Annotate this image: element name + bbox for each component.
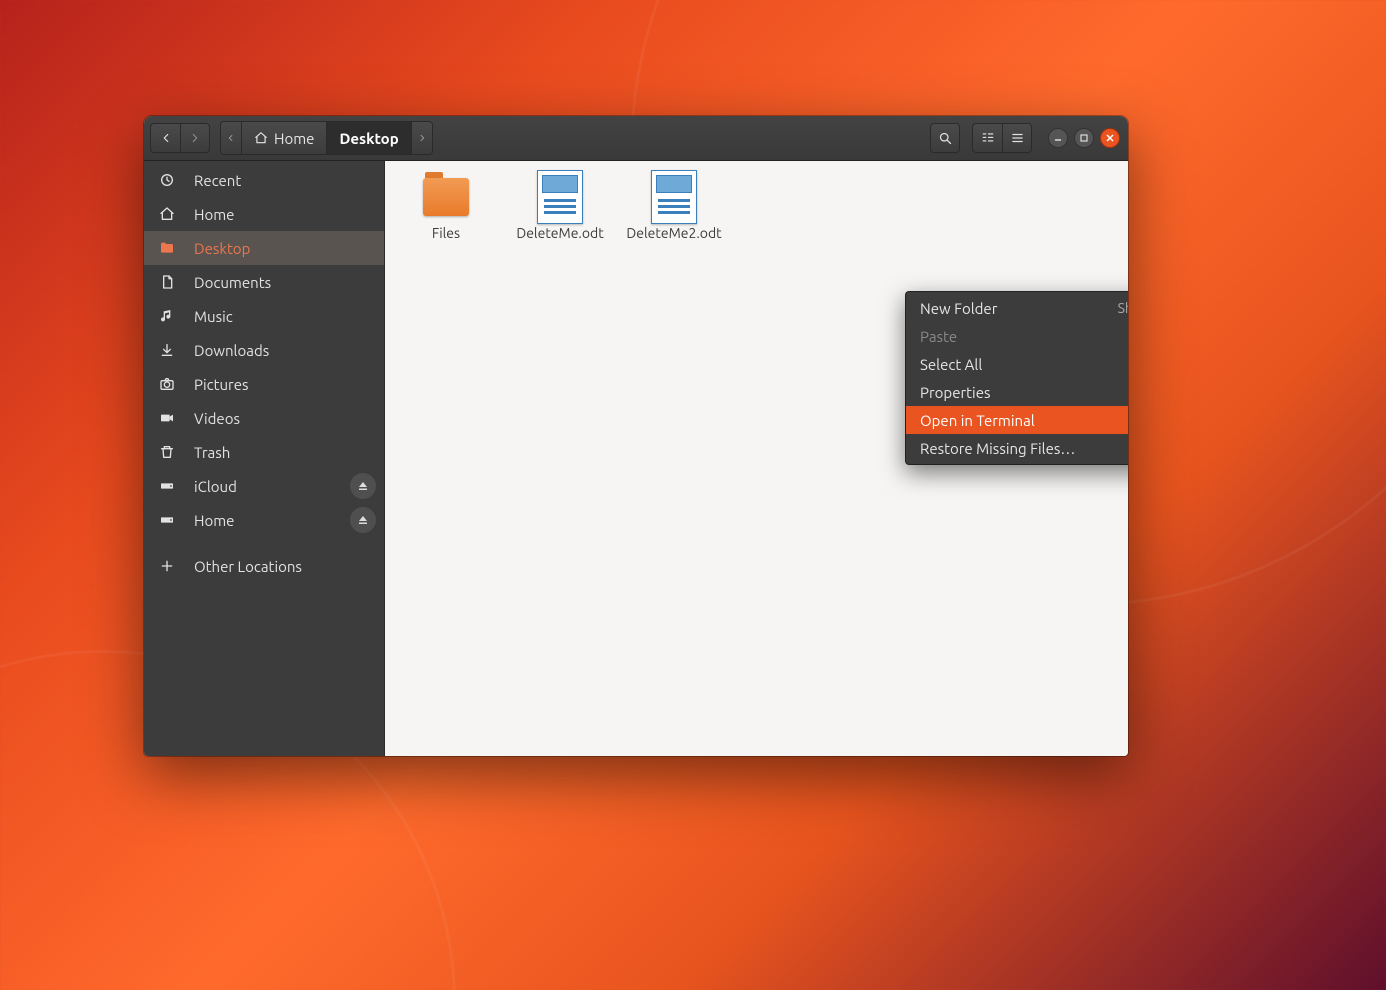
context-menu-label: Paste: [920, 328, 957, 345]
plus-icon: [158, 558, 176, 574]
folder-icon: [158, 240, 176, 256]
window-controls: [1048, 128, 1120, 148]
music-icon: [158, 308, 176, 324]
pathbar: Home Desktop: [220, 121, 433, 155]
list-view-icon: [980, 131, 996, 145]
path-segment-home[interactable]: Home: [242, 122, 327, 154]
sidebar: Recent Home Desktop Documents Music Downloads…: [144, 161, 385, 756]
triangle-left-icon: [227, 133, 235, 143]
path-back-segment[interactable]: [221, 122, 242, 154]
sidebar-item-home-drive[interactable]: Home: [144, 503, 384, 537]
path-label: Desktop: [339, 130, 398, 147]
drive-icon: [158, 478, 176, 494]
context-menu-shortcut: Shift+Ctrl+N: [1118, 300, 1128, 316]
sidebar-item-label: Other Locations: [194, 558, 302, 575]
minimize-icon: [1053, 133, 1063, 143]
sidebar-item-label: Pictures: [194, 376, 249, 393]
eject-button[interactable]: [350, 473, 376, 499]
window-body: Recent Home Desktop Documents Music Downloads…: [144, 161, 1128, 756]
context-menu-label: Select All: [920, 356, 982, 373]
sidebar-item-label: Documents: [194, 274, 271, 291]
sidebar-item-trash[interactable]: Trash: [144, 435, 384, 469]
search-button[interactable]: [930, 123, 960, 153]
sidebar-item-label: iCloud: [194, 478, 237, 495]
context-menu-label: Restore Missing Files…: [920, 440, 1075, 457]
video-icon: [158, 410, 176, 426]
file-item[interactable]: DeleteMe2.odt: [631, 173, 717, 242]
file-label: DeleteMe.odt: [516, 225, 603, 242]
home-icon: [254, 131, 268, 145]
chevron-left-icon: [159, 131, 173, 145]
sidebar-item-music[interactable]: Music: [144, 299, 384, 333]
document-odt-icon: [534, 173, 586, 221]
back-button[interactable]: [150, 123, 180, 153]
context-menu-item[interactable]: Restore Missing Files…: [906, 434, 1128, 462]
content-pane[interactable]: Files DeleteMe.odt DeleteMe2.odt New Folde…: [385, 161, 1128, 756]
sidebar-item-label: Home: [194, 512, 234, 529]
sidebar-item-label: Trash: [194, 444, 230, 461]
clock-icon: [158, 172, 176, 188]
sidebar-item-label: Recent: [194, 172, 241, 189]
sidebar-item-videos[interactable]: Videos: [144, 401, 384, 435]
close-icon: [1105, 133, 1115, 143]
context-menu-item[interactable]: New Folder Shift+Ctrl+N: [906, 294, 1128, 322]
context-menu-label: New Folder: [920, 300, 997, 317]
headerbar: Home Desktop: [144, 116, 1128, 161]
sidebar-item-label: Videos: [194, 410, 240, 427]
trash-icon: [158, 444, 176, 460]
home-icon: [158, 206, 176, 222]
path-forward-segment[interactable]: [412, 122, 432, 154]
sidebar-item-label: Desktop: [194, 240, 250, 257]
maximize-button[interactable]: [1074, 128, 1094, 148]
sidebar-item-label: Downloads: [194, 342, 269, 359]
sidebar-item-desktop[interactable]: Desktop: [144, 231, 384, 265]
hamburger-menu-button[interactable]: [1002, 123, 1032, 153]
file-label: Files: [432, 225, 460, 242]
view-menu-group: [972, 123, 1032, 153]
context-menu-item[interactable]: Select AllCtrl+A: [906, 350, 1128, 378]
chevron-right-icon: [188, 131, 202, 145]
download-icon: [158, 342, 176, 358]
file-manager-window: Home Desktop: [144, 116, 1128, 756]
document-odt-icon: [648, 173, 700, 221]
camera-icon: [158, 376, 176, 392]
folder-icon: [420, 173, 472, 221]
context-menu-label: Properties: [920, 384, 991, 401]
context-menu-item[interactable]: Open in Terminal: [906, 406, 1128, 434]
close-button[interactable]: [1100, 128, 1120, 148]
nav-button-group: [150, 123, 210, 153]
sidebar-item-label: Home: [194, 206, 234, 223]
sidebar-item-documents[interactable]: Documents: [144, 265, 384, 299]
maximize-icon: [1079, 133, 1089, 143]
sidebar-item-home[interactable]: Home: [144, 197, 384, 231]
context-menu: New FolderShift+Ctrl+NPasteCtrl+VSelect …: [905, 291, 1128, 465]
sidebar-item-icloud[interactable]: iCloud: [144, 469, 384, 503]
document-icon: [158, 274, 176, 290]
drive-icon: [158, 512, 176, 528]
file-label: DeleteMe2.odt: [626, 225, 721, 242]
view-toggle-button[interactable]: [972, 123, 1002, 153]
context-menu-item[interactable]: PropertiesCtrl+I: [906, 378, 1128, 406]
search-icon: [938, 131, 953, 146]
sidebar-item-label: Music: [194, 308, 233, 325]
file-item[interactable]: DeleteMe.odt: [517, 173, 603, 242]
forward-button[interactable]: [180, 123, 210, 153]
hamburger-icon: [1010, 131, 1025, 145]
minimize-button[interactable]: [1048, 128, 1068, 148]
sidebar-item-other[interactable]: Other Locations: [144, 549, 384, 583]
path-label: Home: [274, 130, 314, 147]
sidebar-item-pictures[interactable]: Pictures: [144, 367, 384, 401]
triangle-right-icon: [418, 133, 426, 143]
path-segment-current[interactable]: Desktop: [327, 122, 411, 154]
sidebar-item-recent[interactable]: Recent: [144, 163, 384, 197]
eject-button[interactable]: [350, 507, 376, 533]
context-menu-item: PasteCtrl+V: [906, 322, 1128, 350]
sidebar-item-downloads[interactable]: Downloads: [144, 333, 384, 367]
folder-item[interactable]: Files: [403, 173, 489, 242]
context-menu-label: Open in Terminal: [920, 412, 1035, 429]
